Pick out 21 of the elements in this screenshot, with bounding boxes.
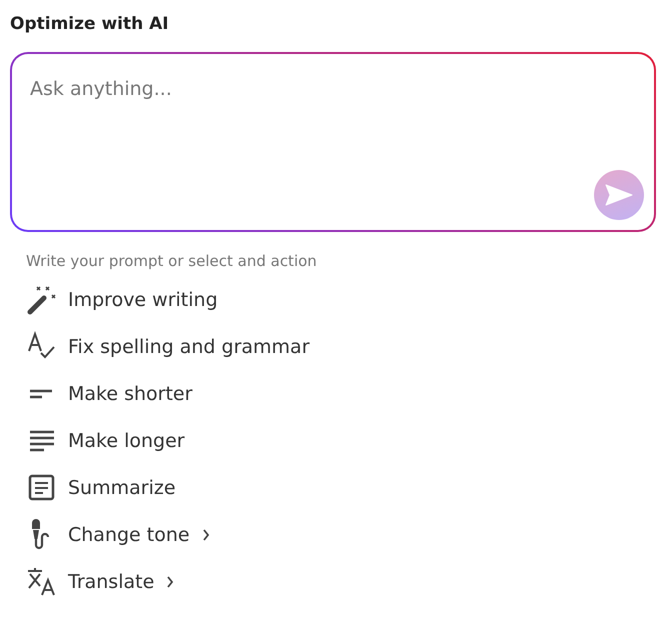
action-item[interactable]: Translate — [26, 564, 656, 600]
action-label: Summarize — [68, 477, 176, 499]
action-item[interactable]: Fix spelling and grammar — [26, 329, 656, 365]
action-label: Improve writing — [68, 289, 218, 311]
send-icon — [604, 183, 634, 207]
action-label: Change tone — [68, 524, 190, 546]
action-label: Fix spelling and grammar — [68, 336, 310, 358]
action-item[interactable]: Change tone — [26, 517, 656, 553]
action-label: Make shorter — [68, 383, 192, 405]
action-item[interactable]: Make shorter — [26, 376, 656, 412]
action-item[interactable]: Summarize — [26, 470, 656, 506]
translate-icon — [26, 566, 58, 598]
panel-title: Optimize with AI — [10, 14, 170, 34]
helper-text: Write your prompt or select and action — [26, 252, 318, 270]
action-label: Translate — [68, 571, 154, 593]
send-button[interactable] — [594, 170, 644, 220]
action-label: Make longer — [68, 430, 185, 452]
magic-wand-icon — [26, 284, 58, 316]
prompt-field[interactable]: Ask anything... — [12, 54, 654, 174]
action-item[interactable]: Make longer — [26, 423, 656, 459]
action-item[interactable]: Improve writing — [26, 282, 656, 318]
